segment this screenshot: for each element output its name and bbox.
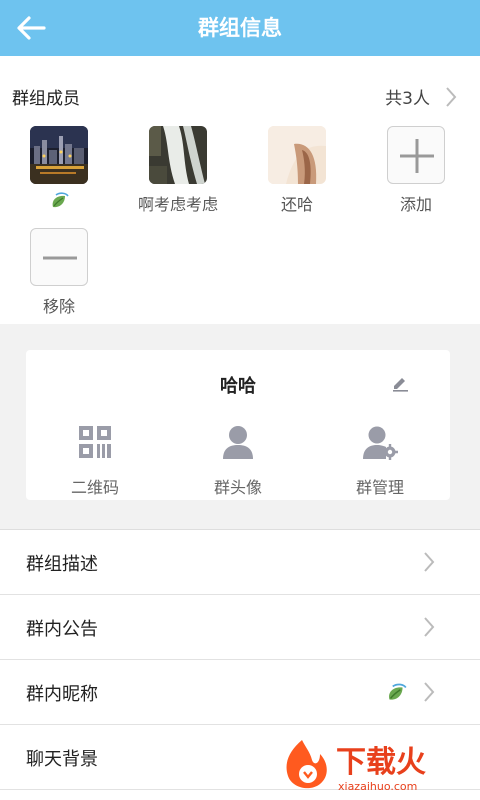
members-title: 群组成员 [12, 89, 80, 109]
settings-row-nickname[interactable]: 群内昵称 [0, 660, 480, 725]
member-item[interactable]: 啊考虑考虑 [123, 126, 233, 215]
add-label: 添加 [399, 195, 432, 214]
watermark-logo: 下载火 xiazaihuo.com [286, 740, 426, 793]
settings-row-description[interactable]: 群组描述 [0, 530, 480, 595]
member-name: 还哈 [280, 195, 313, 214]
member-avatar [268, 126, 326, 184]
row-label: 群组描述 [26, 554, 98, 575]
group-card: 哈哈 二维码 群头像 群管理 [26, 350, 450, 500]
chevron-right-icon[interactable] [444, 86, 458, 108]
member-avatar [30, 126, 88, 184]
chevron-right-icon [424, 617, 435, 637]
add-member-button[interactable]: 添加 [361, 126, 471, 215]
member-count[interactable]: 共3人 [385, 84, 430, 109]
top-bar: 群组信息 [0, 0, 480, 56]
minus-icon [30, 228, 88, 286]
leaf-icon [52, 192, 69, 208]
watermark-url: xiazaihuo.com [338, 780, 417, 793]
remove-label: 移除 [42, 297, 75, 316]
qr-code-icon [79, 426, 111, 458]
member-item[interactable]: 还哈 [242, 126, 352, 215]
group-avatar-label: 群头像 [213, 478, 262, 497]
qr-code-label: 二维码 [70, 478, 119, 497]
group-manage-label: 群管理 [355, 478, 404, 497]
qr-code-button[interactable]: 二维码 [40, 424, 150, 498]
member-item[interactable] [4, 126, 114, 212]
row-label: 聊天背景 [26, 749, 98, 770]
user-icon [223, 426, 253, 459]
group-manage-button[interactable]: 群管理 [325, 424, 435, 498]
row-label: 群内昵称 [26, 684, 98, 705]
group-name: 哈哈 [220, 376, 256, 397]
page-title: 群组信息 [198, 16, 282, 40]
member-avatar [149, 126, 207, 184]
row-label: 群内公告 [26, 619, 98, 640]
chevron-right-icon [424, 682, 435, 702]
members-section: 群组成员 共3人 啊考虑考虑 还哈 添加 移除 [0, 56, 480, 324]
plus-icon [387, 126, 445, 184]
chevron-right-icon [424, 552, 435, 572]
edit-pencil-icon[interactable] [390, 372, 410, 392]
leaf-icon [389, 683, 407, 700]
group-avatar-button[interactable]: 群头像 [183, 424, 293, 498]
user-settings-icon [363, 426, 398, 460]
watermark-text: 下载火 [336, 745, 426, 780]
remove-member-button[interactable]: 移除 [4, 228, 114, 317]
settings-row-announcement[interactable]: 群内公告 [0, 595, 480, 660]
member-name: 啊考虑考虑 [137, 195, 218, 214]
